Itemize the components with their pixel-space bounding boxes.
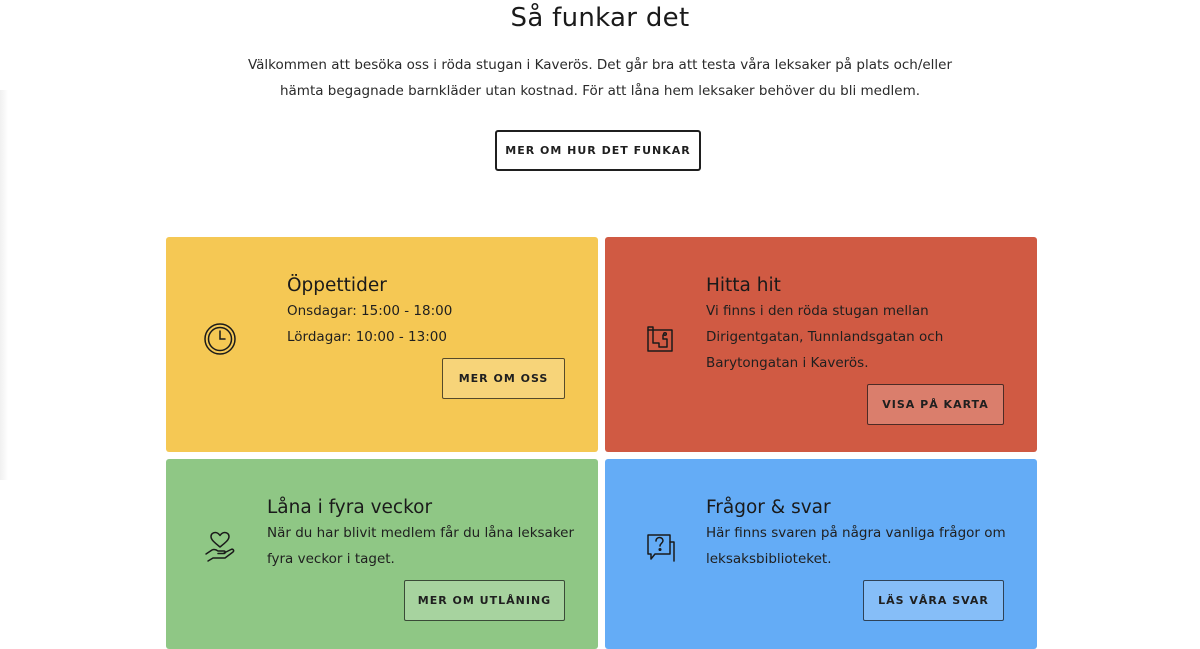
faq-text-line-2: leksaksbiblioteket. [706, 551, 832, 567]
heart-hand-icon [203, 530, 237, 564]
intro-line-1: Välkommen att besöka oss i röda stugan i… [247, 57, 953, 73]
opening-hours-saturday: Lördagar: 10:00 - 13:00 [287, 329, 447, 345]
how-it-works-button[interactable]: MER OM HUR DET FUNKAR [495, 130, 701, 171]
faq-text-line-1: Här finns svaren på några vanliga frågor… [706, 525, 1006, 541]
card-text: Vi finns i den röda stugan mellan Dirige… [706, 298, 1026, 376]
about-lending-button[interactable]: MER OM UTLÅNING [404, 580, 565, 621]
faq-card: Frågor & svar Här finns svaren på några … [605, 459, 1037, 649]
card-text: Onsdagar: 15:00 - 18:00 Lördagar: 10:00 … [287, 298, 577, 350]
address-line-3: Barytongatan i Kaverös. [706, 355, 869, 371]
about-us-button[interactable]: MER OM OSS [442, 358, 565, 399]
card-title: Hitta hit [706, 275, 781, 296]
card-title: Frågor & svar [706, 497, 831, 518]
card-title: Öppettider [287, 275, 387, 296]
map-icon [643, 323, 677, 357]
card-title: Låna i fyra veckor [267, 497, 433, 518]
card-text: Här finns svaren på några vanliga frågor… [706, 520, 1026, 572]
left-edge-shadow [0, 90, 8, 480]
read-answers-button[interactable]: LÄS VÅRA SVAR [863, 580, 1004, 621]
intro-text: Välkommen att besöka oss i röda stugan i… [240, 52, 960, 104]
show-on-map-button[interactable]: VISA PÅ KARTA [867, 384, 1004, 425]
address-line-1: Vi finns i den röda stugan mellan [706, 303, 929, 319]
question-chat-icon [643, 530, 677, 564]
find-us-card: Hitta hit Vi finns i den röda stugan mel… [605, 237, 1037, 452]
clock-icon [203, 322, 237, 356]
section-heading: Så funkar det [510, 3, 690, 33]
address-line-2: Dirigentgatan, Tunnlandsgatan och [706, 329, 944, 345]
borrow-text-line-1: När du har blivit medlem får du låna lek… [267, 525, 575, 541]
opening-hours-card: Öppettider Onsdagar: 15:00 - 18:00 Lörda… [166, 237, 598, 452]
card-text: När du har blivit medlem får du låna lek… [267, 520, 587, 572]
intro-line-2: hämta begagnade barnkläder utan kostnad.… [279, 83, 921, 99]
opening-hours-wednesday: Onsdagar: 15:00 - 18:00 [287, 303, 453, 319]
borrow-text-line-2: fyra veckor i taget. [267, 551, 395, 567]
borrow-card: Låna i fyra veckor När du har blivit med… [166, 459, 598, 649]
